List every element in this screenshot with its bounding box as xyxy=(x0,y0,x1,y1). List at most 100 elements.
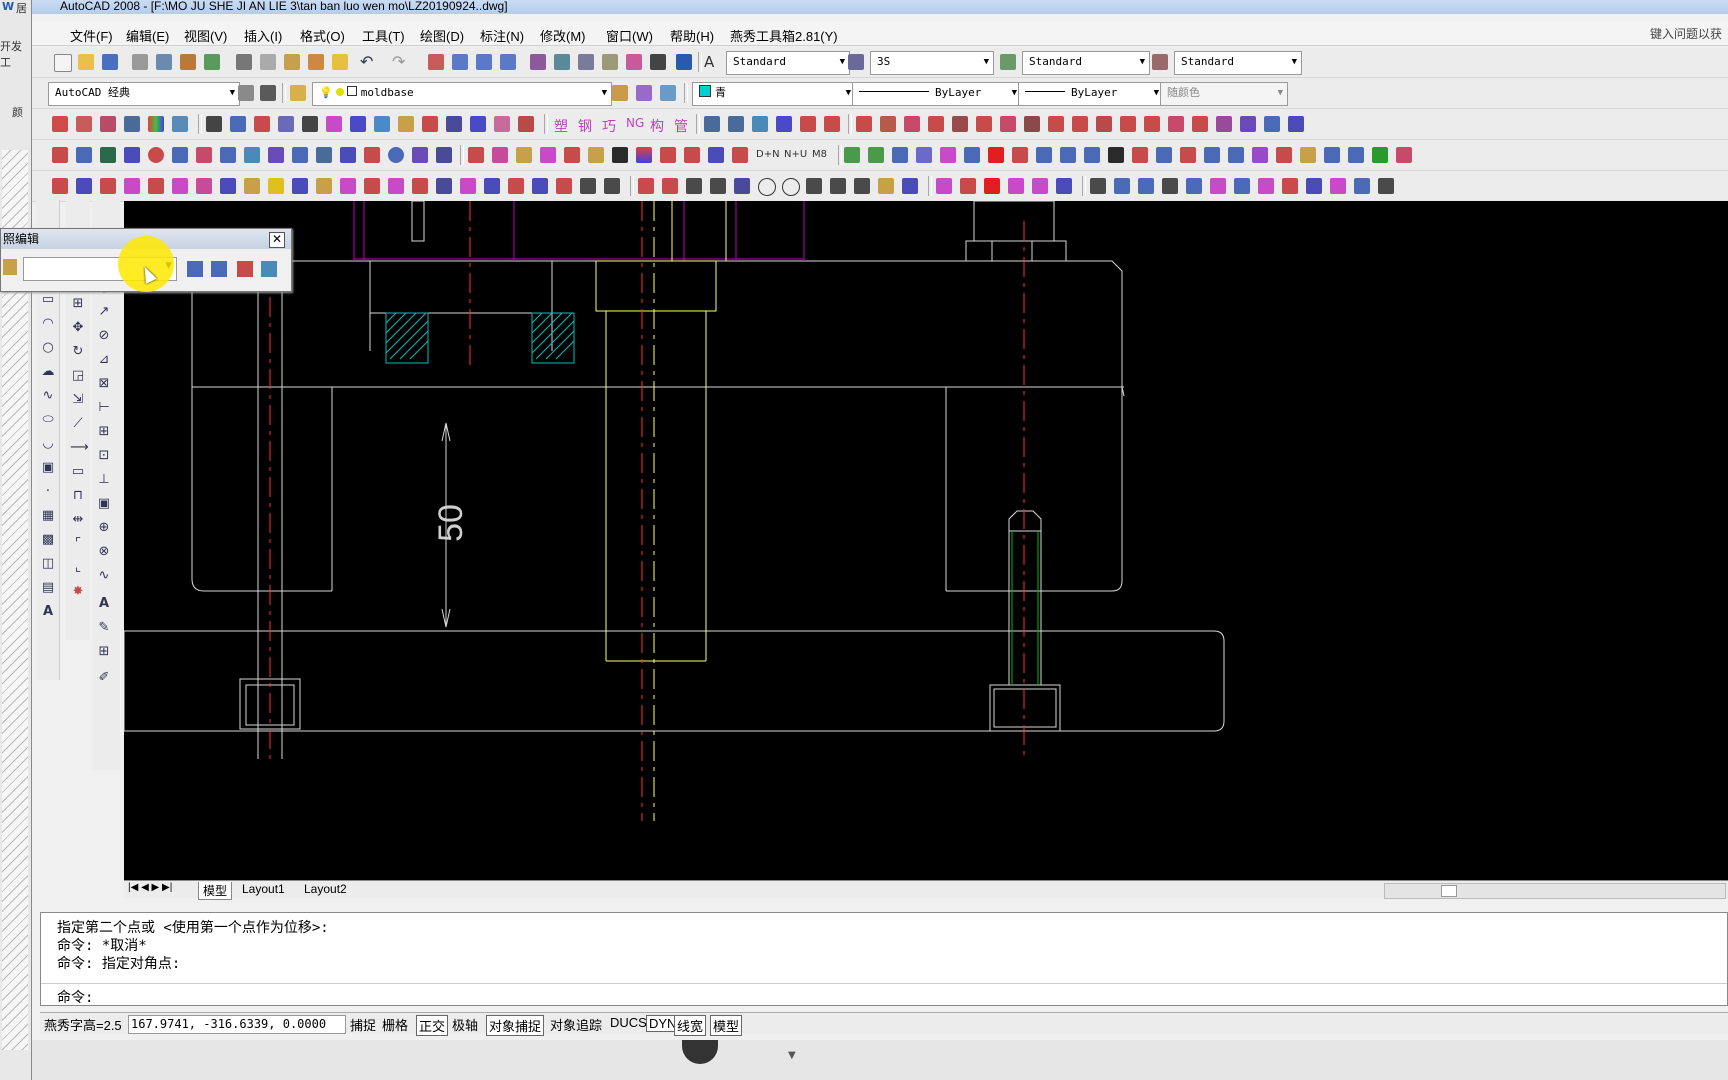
dim-tool-53-icon[interactable] xyxy=(1330,178,1346,194)
yx-tool-27-icon[interactable] xyxy=(856,116,872,132)
chamfer-icon[interactable]: ⇹ xyxy=(70,512,86,528)
yx-tool-b10-icon[interactable] xyxy=(268,147,284,163)
properties-icon[interactable] xyxy=(530,54,546,70)
menu-window[interactable]: 窗口(W) xyxy=(606,26,653,45)
dim-tool-10-icon[interactable] xyxy=(268,178,284,194)
refedit-edit-icon[interactable] xyxy=(3,259,17,275)
dim-tool-16-icon[interactable] xyxy=(412,178,428,194)
design-center-icon[interactable] xyxy=(554,54,570,70)
yx-lib-icon[interactable] xyxy=(52,147,68,163)
plot-preview-icon[interactable] xyxy=(156,54,172,70)
tab-model[interactable]: 模型 xyxy=(198,882,233,900)
fillet-icon[interactable]: ⌜ xyxy=(70,536,86,552)
yx-tool-b15-icon[interactable] xyxy=(388,147,404,163)
multiline-text-icon[interactable]: A xyxy=(40,604,56,620)
yx-tool-16-icon[interactable] xyxy=(422,116,438,132)
yx-tool-b20-icon[interactable] xyxy=(516,147,532,163)
vdim-17-icon[interactable]: ✐ xyxy=(96,670,112,686)
toggle-grid[interactable]: 栅格 xyxy=(382,1015,408,1034)
dim-tool-3-icon[interactable] xyxy=(100,178,116,194)
point-icon[interactable]: · xyxy=(40,484,56,500)
menu-insert[interactable]: 插入(I) xyxy=(244,26,282,45)
yx-tool-2-icon[interactable] xyxy=(76,116,92,132)
yx-tool-b42-icon[interactable] xyxy=(1132,147,1148,163)
tab-layout1[interactable]: Layout1 xyxy=(242,882,285,896)
dim-tool-22-icon[interactable] xyxy=(556,178,572,194)
dim-tool-17-icon[interactable] xyxy=(436,178,452,194)
yx-tool-44-icon[interactable] xyxy=(1264,116,1280,132)
fillet2-icon[interactable]: ⌞ xyxy=(70,560,86,576)
vdim-text-icon[interactable]: A xyxy=(96,596,112,612)
redo-icon[interactable]: ↷ xyxy=(392,54,408,70)
tool-palettes-icon[interactable] xyxy=(578,54,594,70)
yx-table-icon[interactable] xyxy=(206,116,222,132)
extend-icon[interactable]: ⟶ xyxy=(70,440,89,456)
table-style-icon[interactable] xyxy=(1000,54,1016,70)
menu-view[interactable]: 视图(V) xyxy=(184,26,227,45)
dim-tool-20-icon[interactable] xyxy=(508,178,524,194)
cut-icon[interactable] xyxy=(236,54,252,70)
yx-tool-34-icon[interactable] xyxy=(1024,116,1040,132)
yx-tool-b24-icon[interactable] xyxy=(612,147,628,163)
yx-tool-b13-icon[interactable] xyxy=(340,147,356,163)
yx-tool-30-icon[interactable] xyxy=(928,116,944,132)
yx-tool-b32-icon[interactable] xyxy=(892,147,908,163)
drawing-canvas[interactable]: 50 xyxy=(124,201,1728,880)
yx-tool-b33-icon[interactable] xyxy=(916,147,932,163)
dim-tool-5-icon[interactable] xyxy=(148,178,164,194)
my-workspace-icon[interactable] xyxy=(260,85,276,101)
dim-angular-icon[interactable] xyxy=(806,178,822,194)
dim-tool-29-icon[interactable] xyxy=(734,178,750,194)
yx-tool-b39-icon[interactable] xyxy=(1060,147,1076,163)
multileader-style-combo[interactable]: Standard ▼ xyxy=(1174,51,1302,75)
gradient-icon[interactable]: ▩ xyxy=(40,532,56,548)
menu-yanxiu-toolbox[interactable]: 燕秀工具箱2.81(Y) xyxy=(730,26,838,45)
dim-tool-42-icon[interactable] xyxy=(1056,178,1072,194)
menu-file[interactable]: 文件(F) xyxy=(70,26,113,45)
dim-style-combo[interactable]: 3S ▼ xyxy=(870,51,994,75)
array-icon[interactable]: ⊞ xyxy=(70,296,86,312)
zoom-realtime-icon[interactable] xyxy=(452,54,468,70)
yx-tool-40-icon[interactable] xyxy=(1168,116,1184,132)
trim-icon[interactable]: ⟋ xyxy=(70,416,86,432)
vdim-12-icon[interactable]: ⊗ xyxy=(96,544,112,560)
horizontal-scrollbar[interactable] xyxy=(1384,883,1726,899)
yx-tool-19-icon[interactable] xyxy=(494,116,510,132)
layer-previous-icon[interactable] xyxy=(636,85,652,101)
dim-tool-15-icon[interactable] xyxy=(388,178,404,194)
yx-tool-b46-icon[interactable] xyxy=(1228,147,1244,163)
yx-tool-33-icon[interactable] xyxy=(1000,116,1016,132)
dim-tool-21-icon[interactable] xyxy=(532,178,548,194)
yx-tool-b6-icon[interactable] xyxy=(172,147,188,163)
dim-tool-47-icon[interactable] xyxy=(1186,178,1202,194)
yx-tool-32-icon[interactable] xyxy=(976,116,992,132)
layer-combo[interactable]: 💡 moldbase ▼ xyxy=(312,82,612,106)
yx-tool-29-icon[interactable] xyxy=(904,116,920,132)
vdim-13-icon[interactable]: ∿ xyxy=(96,568,112,584)
yx-tool-b4-icon[interactable] xyxy=(124,147,140,163)
refedit-discard-icon[interactable] xyxy=(237,261,253,277)
vdim-2-icon[interactable]: ↗ xyxy=(96,304,112,320)
rectangle-icon[interactable]: ▭ xyxy=(40,292,56,308)
dim-tool-49-icon[interactable] xyxy=(1234,178,1250,194)
save-icon[interactable] xyxy=(102,54,118,70)
dim-radius-icon[interactable] xyxy=(758,178,776,196)
linetype-combo[interactable]: ByLayer ▼ xyxy=(852,82,1022,106)
dim-tool-23-icon[interactable] xyxy=(580,178,596,194)
yx-tool-b16-icon[interactable] xyxy=(412,147,428,163)
yx-tool-b37-icon[interactable] xyxy=(1012,147,1028,163)
multileader-style-icon[interactable] xyxy=(1152,54,1168,70)
dim-tool-26-icon[interactable] xyxy=(662,178,678,194)
yx-tool-45-icon[interactable] xyxy=(1288,116,1304,132)
dim-style-icon[interactable] xyxy=(848,54,864,70)
yx-tool-6-icon[interactable] xyxy=(172,116,188,132)
dim-tool-41-icon[interactable] xyxy=(1032,178,1048,194)
scroll-down-arrow-icon[interactable]: ▼ xyxy=(788,1050,796,1061)
yx-tool-b5-icon[interactable] xyxy=(148,147,164,163)
lineweight-combo[interactable]: ByLayer ▼ xyxy=(1018,82,1164,106)
vdim-7-icon[interactable]: ⊞ xyxy=(96,424,112,440)
dim-tool-12-icon[interactable] xyxy=(316,178,332,194)
rotate-icon[interactable]: ↻ xyxy=(70,344,86,360)
toggle-polar[interactable]: 极轴 xyxy=(452,1015,478,1034)
dim-continue-icon[interactable] xyxy=(854,178,870,194)
